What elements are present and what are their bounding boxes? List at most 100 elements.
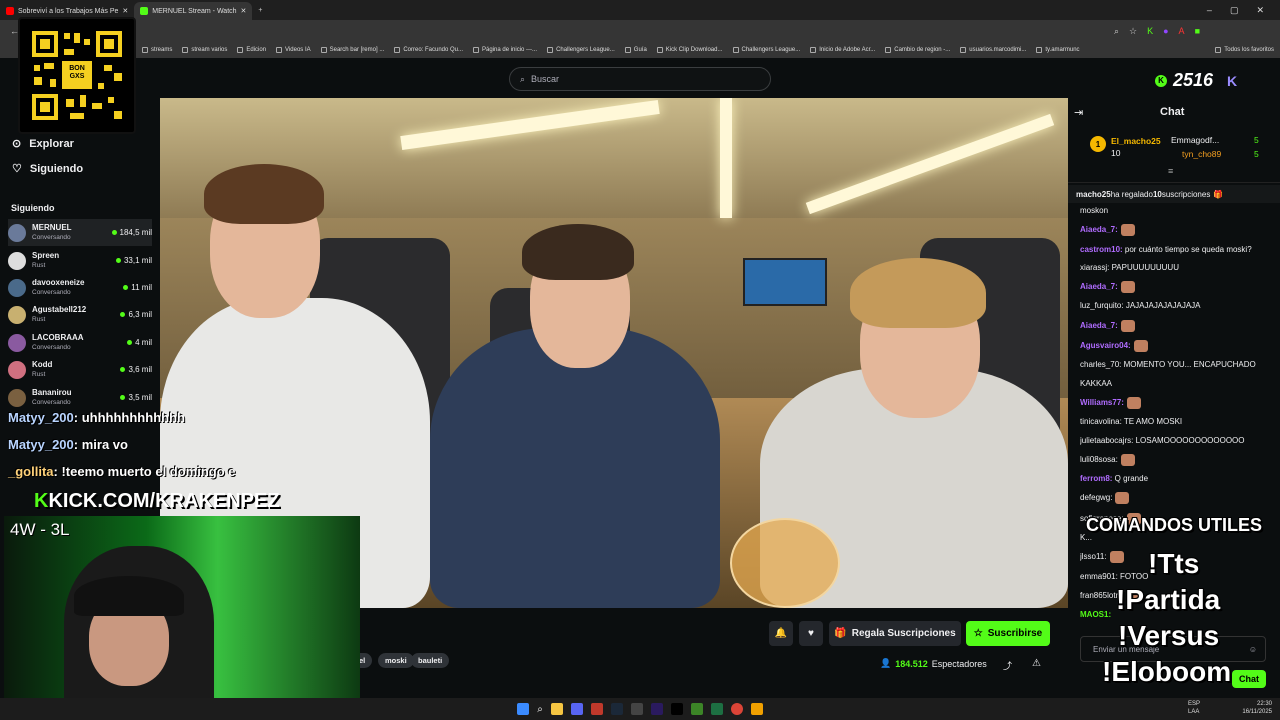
zoom-icon[interactable]: ⌕ <box>1114 26 1119 37</box>
gift-subs-button[interactable]: 🎁 Regala Suscripciones <box>829 621 961 646</box>
channel-item-lacobraaa[interactable]: LACOBRAAA Conversando 4 mil <box>8 329 152 356</box>
channel-item-mernuel[interactable]: MERNUEL Conversando 184,5 mil <box>8 219 152 246</box>
clock[interactable]: 22:30 16/11/2025 <box>1242 700 1272 716</box>
adobe-extension-icon[interactable]: A <box>1179 26 1185 37</box>
file-explorer-icon[interactable] <box>550 703 563 715</box>
tiktok-icon[interactable] <box>670 703 683 715</box>
bookmark[interactable]: stream varios <box>182 47 227 53</box>
bookmark[interactable]: Inicio de Adobe Acr... <box>810 47 875 53</box>
chat-username[interactable]: ferrom8: <box>1080 474 1112 483</box>
address-bar[interactable]: ← ⌕ ☆ K ● A ■ <box>0 20 1280 42</box>
sidebar-item-siguiendo[interactable]: ♡ Siguiendo <box>12 162 83 176</box>
avatar <box>8 388 26 407</box>
app-icon[interactable] <box>590 703 603 715</box>
chat-username[interactable]: jlsso11: <box>1080 552 1107 561</box>
stream-tag[interactable]: moski <box>378 653 414 668</box>
bookmark[interactable]: Search bar [remo] ... <box>320 47 384 53</box>
chat-username[interactable]: castrom10: <box>1080 245 1123 254</box>
user-badge[interactable]: K 2516 K <box>1155 70 1237 91</box>
channel-item-agustabell212[interactable]: Agustabell212 Rust 6,3 mil <box>8 301 152 328</box>
channel-item-spreen[interactable]: Spreen Rust 33,1 mil <box>8 247 152 274</box>
viewers-label: Espectadores <box>931 658 987 669</box>
bookmark[interactable]: ty.amarmunc <box>1036 47 1080 53</box>
report-icon[interactable]: ⚠ <box>1032 658 1041 669</box>
chat-username[interactable]: luli08sosa: <box>1080 455 1118 464</box>
search-input[interactable]: ⌕ Buscar <box>509 67 771 91</box>
gift-count: 10 <box>1152 189 1162 199</box>
kick-logo-icon[interactable]: K <box>1227 73 1237 89</box>
bookmark[interactable]: Correo: Facundo Qu... <box>394 47 463 53</box>
steam-icon[interactable] <box>610 703 623 715</box>
page-icon <box>473 47 480 53</box>
send-chat-button[interactable]: Chat <box>1232 670 1266 688</box>
sidebar-item-explorar[interactable]: ⊙ Explorar <box>12 137 74 151</box>
bookmark[interactable]: Todos los favoritos <box>1215 47 1280 53</box>
chat-username[interactable]: luz_furquito: <box>1080 301 1124 310</box>
premiere-icon[interactable] <box>650 703 663 715</box>
bookmark[interactable]: Videos IA <box>276 47 311 53</box>
search-icon[interactable]: ⌕ <box>537 704 543 715</box>
bookmark[interactable]: usuarios.marcodimi... <box>960 47 1026 53</box>
bookmark[interactable]: Cambio de region -... <box>885 47 950 53</box>
obs-icon[interactable] <box>630 703 643 715</box>
follow-button[interactable]: ♥ <box>799 621 823 646</box>
app-icon[interactable] <box>750 703 763 715</box>
bookmark[interactable]: streams <box>142 47 172 53</box>
search-icon: ⌕ <box>520 73 526 84</box>
tab-label: Sobreviví a los Trabajos Más Pe <box>18 7 119 15</box>
bookmark[interactable]: Challengers League... <box>732 47 800 53</box>
folder-icon <box>237 47 244 53</box>
twitch-extension-icon[interactable]: ● <box>1163 26 1168 37</box>
score-overlay: 4W - 3L <box>10 520 70 539</box>
chat-username[interactable]: MAOS1: <box>1080 610 1111 619</box>
gifter-name: El_macho25 <box>1111 136 1161 146</box>
emote-icon <box>1120 319 1135 332</box>
maximize-icon[interactable]: ▢ <box>1230 5 1239 16</box>
star-icon[interactable]: ☆ <box>1129 26 1137 37</box>
bookmark[interactable]: Challengers League... <box>547 47 615 53</box>
excel-icon[interactable] <box>710 703 723 715</box>
language-indicator[interactable]: ESP LAA <box>1188 700 1200 716</box>
share-icon[interactable]: ⤴ <box>1003 659 1012 672</box>
heart-icon: ♡ <box>12 163 22 175</box>
chat-username[interactable]: xiarassj: <box>1080 263 1109 272</box>
chat-username[interactable]: emma901: <box>1080 572 1118 581</box>
subscribe-button[interactable]: ☆ Suscribirse <box>966 621 1050 646</box>
bookmark[interactable]: Edicion <box>237 47 266 53</box>
notification-button[interactable]: 🔔 <box>769 621 793 646</box>
minimize-icon[interactable]: – <box>1207 5 1212 16</box>
channel-item-davooxeneize[interactable]: davooxeneize Conversando 11 mil <box>8 274 152 301</box>
discord-icon[interactable] <box>570 703 583 715</box>
bookmark[interactable]: Página de inicio ---... <box>473 47 537 53</box>
chat-username[interactable]: julietaabocajrs: <box>1080 436 1133 445</box>
close-icon[interactable]: ✕ <box>122 7 128 15</box>
search-placeholder: Buscar <box>531 74 560 84</box>
expand-icon[interactable]: ≡ <box>1168 166 1173 176</box>
collapse-chat-icon[interactable]: ⇥ <box>1074 106 1083 119</box>
channel-item-bananirou[interactable]: Bananirou Conversando 3,5 mil <box>8 384 152 411</box>
channel-item-kodd[interactable]: Kodd Rust 3,6 mil <box>8 356 152 383</box>
extension-icon[interactable]: ■ <box>1195 26 1200 37</box>
chat-username[interactable]: Aiaeda_7: <box>1080 321 1118 330</box>
close-icon[interactable]: ✕ <box>241 7 247 15</box>
chrome-icon[interactable] <box>730 703 743 715</box>
new-tab-button[interactable]: + <box>258 7 262 14</box>
chat-username[interactable]: defegwg: <box>1080 494 1112 503</box>
emoji-icon[interactable]: ☺ <box>1249 645 1265 654</box>
chat-username[interactable]: Aiaeda_7: <box>1080 282 1118 291</box>
close-window-icon[interactable]: ✕ <box>1256 5 1264 16</box>
chat-username[interactable]: Agusvairo04: <box>1080 341 1131 350</box>
browser-tab-kick[interactable]: MERNUEL Stream - Watch ✕ <box>134 2 253 20</box>
chat-username[interactable]: Aiaeda_7: <box>1080 225 1118 234</box>
viewers-count: 184.512 <box>895 658 928 669</box>
chat-username[interactable]: Williams77: <box>1080 398 1124 407</box>
chat-username[interactable]: charles_70: <box>1080 360 1121 369</box>
windows-start-icon[interactable] <box>517 703 530 715</box>
stream-tag[interactable]: bauleti <box>411 653 450 668</box>
bookmark[interactable]: Kick Clip Download... <box>656 47 723 53</box>
bookmark[interactable]: Guía <box>624 47 647 53</box>
kick-extension-icon[interactable]: K <box>1147 26 1153 37</box>
minecraft-icon[interactable] <box>690 703 703 715</box>
chat-username[interactable]: tinicavolina: <box>1080 417 1122 426</box>
folder-icon <box>1215 47 1222 53</box>
